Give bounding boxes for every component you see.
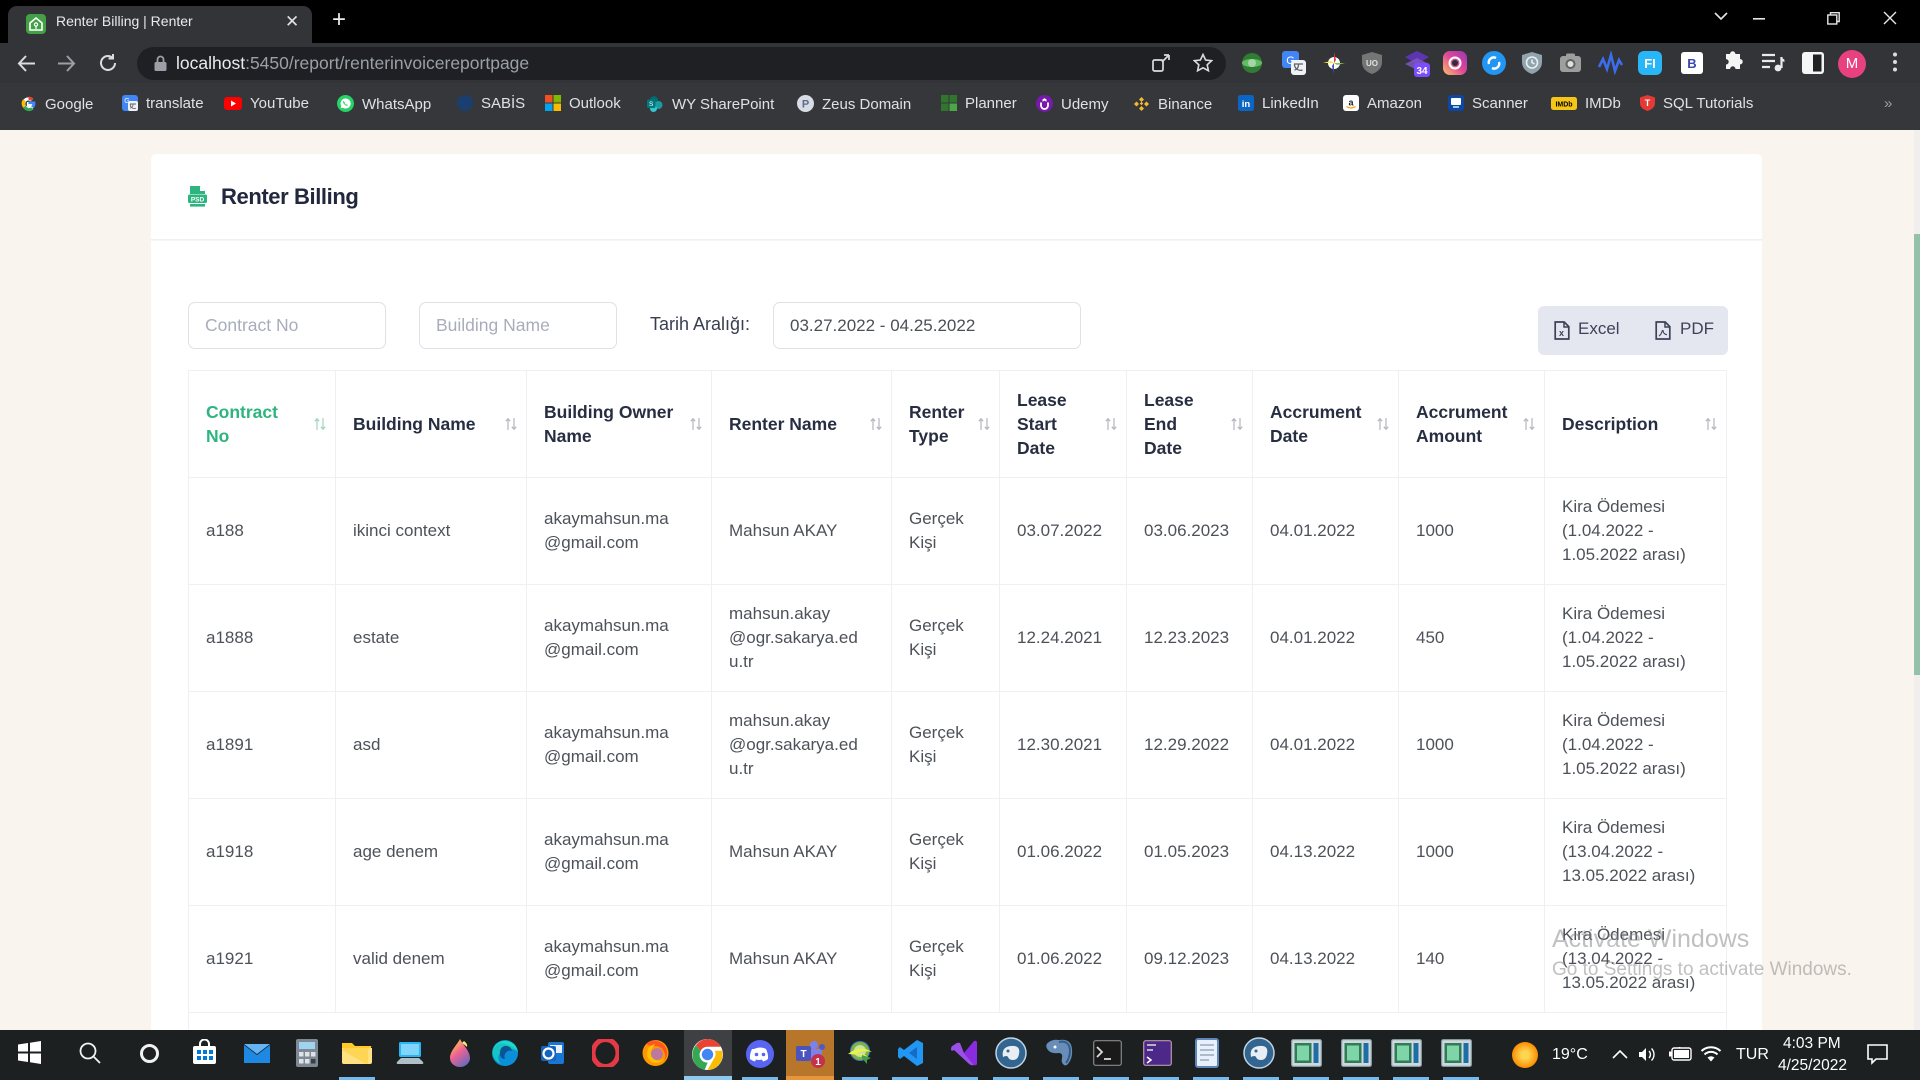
svg-text:T: T: [800, 1049, 806, 1060]
svg-text:B: B: [1687, 56, 1696, 71]
svg-text:T: T: [1645, 98, 1651, 108]
svg-text:x: x: [1559, 328, 1564, 338]
svg-text:34: 34: [1416, 66, 1428, 77]
svg-text:UO: UO: [1366, 59, 1378, 68]
svg-text:P: P: [802, 99, 809, 111]
svg-text:S: S: [649, 101, 654, 108]
svg-text:1: 1: [815, 1057, 821, 1068]
svg-text:IMDb: IMDb: [1555, 102, 1572, 109]
svg-text:PSD: PSD: [191, 196, 205, 203]
svg-text:FI: FI: [1644, 56, 1656, 71]
svg-text:in: in: [1242, 99, 1251, 110]
